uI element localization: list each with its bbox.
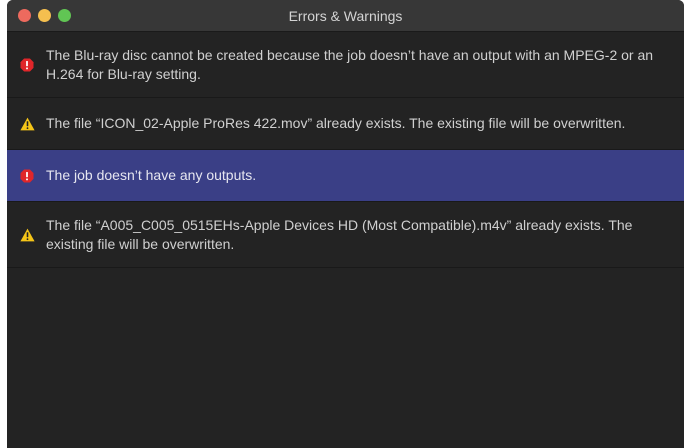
warning-icon bbox=[19, 227, 35, 243]
error-icon bbox=[19, 168, 35, 184]
window-title: Errors & Warnings bbox=[288, 8, 403, 24]
message-row-warning-m4v[interactable]: The file “A005_C005_0515EHs-Apple Device… bbox=[7, 202, 684, 268]
errors-warnings-window: Errors & Warnings The Blu-ray disc canno… bbox=[7, 0, 684, 448]
message-row-error-bluray[interactable]: The Blu-ray disc cannot be created becau… bbox=[7, 32, 684, 98]
error-icon bbox=[19, 57, 35, 73]
message-text: The file “ICON_02-Apple ProRes 422.mov” … bbox=[46, 115, 626, 131]
warning-icon bbox=[19, 116, 35, 132]
messages-list: The Blu-ray disc cannot be created becau… bbox=[7, 32, 684, 268]
title-bar[interactable]: Errors & Warnings bbox=[7, 0, 684, 32]
message-text: The file “A005_C005_0515EHs-Apple Device… bbox=[46, 216, 633, 252]
message-row-error-no-outputs[interactable]: The job doesn’t have any outputs. bbox=[7, 150, 684, 202]
message-text: The job doesn’t have any outputs. bbox=[46, 167, 257, 183]
empty-list-area bbox=[7, 290, 684, 448]
message-row-warning-prores[interactable]: The file “ICON_02-Apple ProRes 422.mov” … bbox=[7, 98, 684, 150]
message-text: The Blu-ray disc cannot be created becau… bbox=[46, 46, 654, 82]
